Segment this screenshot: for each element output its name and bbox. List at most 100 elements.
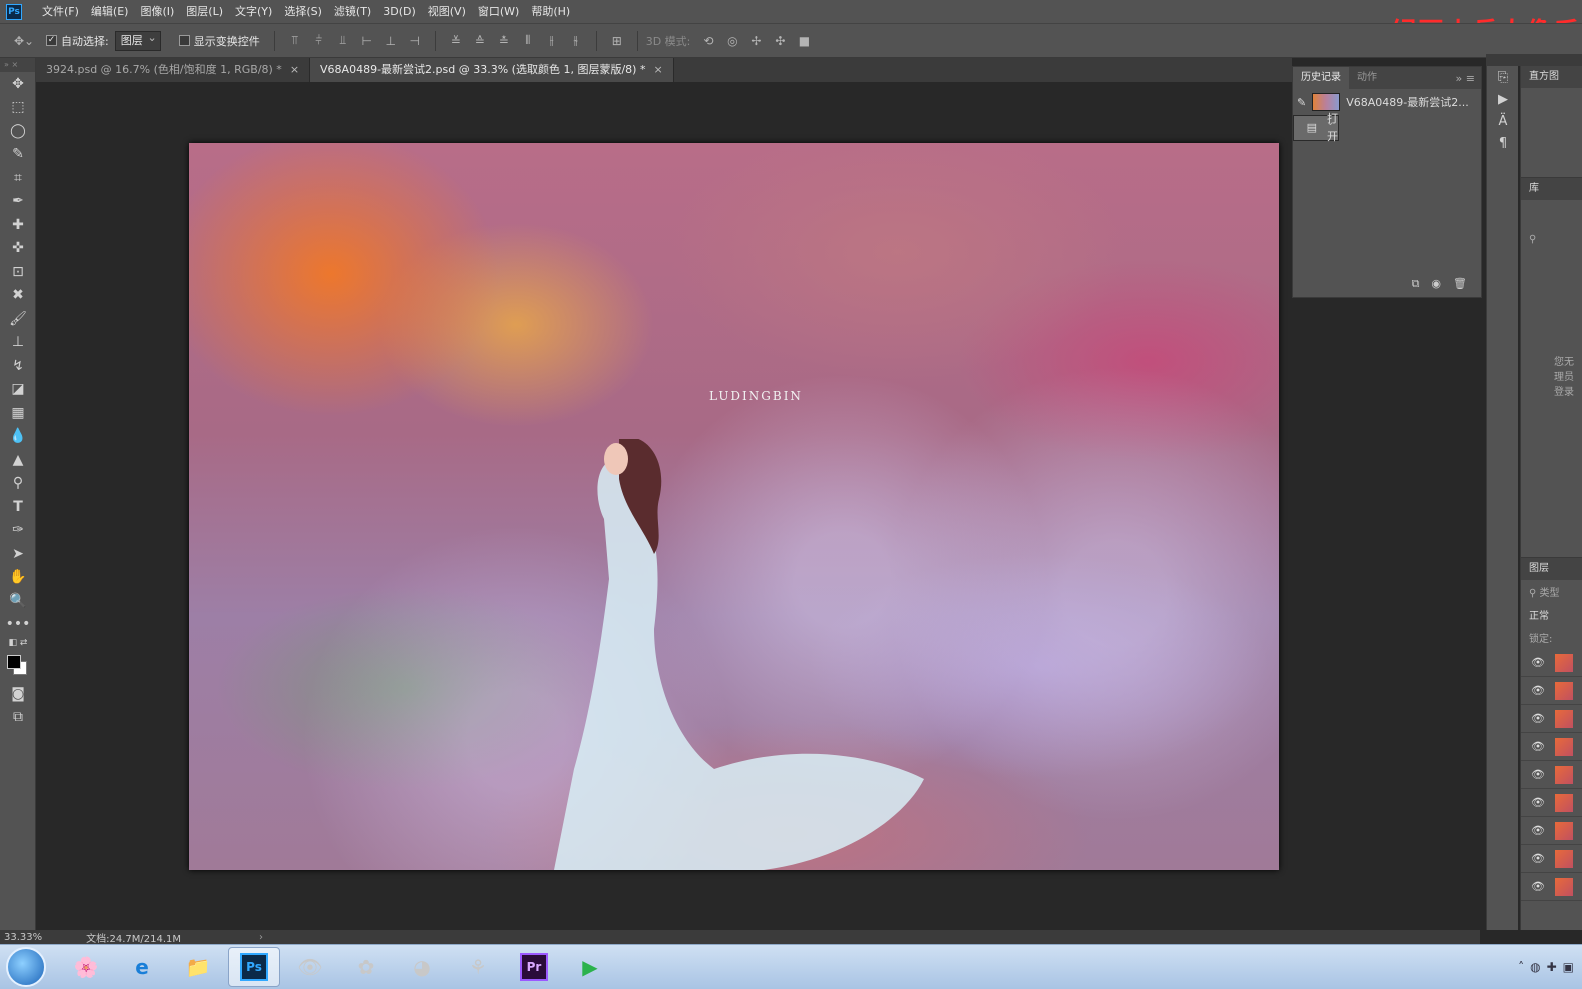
layer-row[interactable]: 👁 <box>1521 649 1582 677</box>
tray-network-icon[interactable]: ◍ <box>1530 960 1540 974</box>
layer-filter-kind[interactable]: ⚲ 类型 <box>1521 580 1582 603</box>
distribute-hcenter-icon[interactable]: ⫲ <box>543 33 561 49</box>
tray-security-icon[interactable]: ✚ <box>1547 960 1557 974</box>
weibo-app-icon[interactable]: ⚘ <box>452 947 504 987</box>
layer-row[interactable]: 👁 <box>1521 845 1582 873</box>
camera-icon[interactable]: ◉ <box>1431 277 1441 291</box>
distribute-vcenter-icon[interactable]: ≙ <box>471 33 489 49</box>
tab-actions[interactable]: 动作 <box>1349 67 1385 89</box>
type-tool-icon[interactable]: T <box>4 495 32 519</box>
distribute-left-icon[interactable]: ⫴ <box>519 33 537 49</box>
marquee-tool-icon[interactable]: ⬚ <box>4 96 32 120</box>
align-bottom-icon[interactable]: ⫫ <box>334 33 352 49</box>
move-tool-icon[interactable]: ✥ <box>4 72 32 96</box>
tray-arrow-icon[interactable]: ˄ <box>1518 960 1524 974</box>
menu-help[interactable]: 帮助(H) <box>525 0 576 23</box>
visibility-eye-icon[interactable]: 👁 <box>1531 796 1547 809</box>
panel-menu-icon[interactable]: » ≡ <box>1456 72 1481 85</box>
hand-tool-icon[interactable]: ✋ <box>4 566 32 590</box>
3d-rotate-icon[interactable]: ⟲ <box>699 33 717 49</box>
trash-icon[interactable]: 🗑 <box>1453 277 1467 291</box>
media-player-icon[interactable]: ▶ <box>564 947 616 987</box>
foreground-color-swatch[interactable] <box>7 655 21 669</box>
menu-layer[interactable]: 图层(L) <box>180 0 229 23</box>
tools-panel-grip[interactable]: » × <box>0 58 35 72</box>
visibility-eye-icon[interactable]: 👁 <box>1531 824 1547 837</box>
3d-roll-icon[interactable]: ◎ <box>723 33 741 49</box>
show-transform-checkbox[interactable] <box>178 35 190 46</box>
visibility-eye-icon[interactable]: 👁 <box>1531 740 1547 753</box>
quick-select-tool-icon[interactable]: ✎ <box>4 143 32 167</box>
color-swatches[interactable] <box>4 652 32 680</box>
paragraph-panel-icon[interactable]: ¶ <box>1487 132 1519 154</box>
document-image[interactable]: LUDINGBIN <box>189 143 1279 870</box>
pinwheel-app-icon[interactable]: ✿ <box>340 947 392 987</box>
history-brush-icon[interactable]: ✎ <box>1297 96 1306 109</box>
layer-row[interactable]: 👁 <box>1521 677 1582 705</box>
align-hcenter-icon[interactable]: ⊥ <box>382 33 400 49</box>
auto-align-icon[interactable]: ⊞ <box>608 33 626 49</box>
menu-select[interactable]: 选择(S) <box>278 0 328 23</box>
align-vcenter-icon[interactable]: ⫩ <box>310 33 328 49</box>
gradient-tool-icon[interactable]: ▦ <box>4 401 32 425</box>
lasso-tool-icon[interactable]: ◯ <box>4 119 32 143</box>
color-wheel-app-icon[interactable]: ◕ <box>396 947 448 987</box>
menu-file[interactable]: 文件(F) <box>36 0 85 23</box>
search-icon[interactable]: ⚲ <box>1521 230 1582 249</box>
visibility-eye-icon[interactable]: 👁 <box>1531 656 1547 669</box>
new-document-icon[interactable]: ⧉ <box>1412 277 1420 291</box>
menu-type[interactable]: 文字(Y) <box>229 0 278 23</box>
history-panel-icon[interactable]: ⎘ <box>1487 66 1519 88</box>
layer-row[interactable]: 👁 <box>1521 817 1582 845</box>
document-tab-active[interactable]: V68A0489-最新尝试2.psd @ 33.3% (选取颜色 1, 图层蒙版… <box>310 58 674 82</box>
visibility-eye-icon[interactable]: 👁 <box>1531 880 1547 893</box>
sharpen-tool-icon[interactable]: ▲ <box>4 448 32 472</box>
align-top-icon[interactable]: ⫪ <box>286 33 304 49</box>
close-icon[interactable]: × <box>290 58 299 82</box>
distribute-bottom-icon[interactable]: ≛ <box>495 33 513 49</box>
actions-play-icon[interactable]: ▶ <box>1487 88 1519 110</box>
menu-edit[interactable]: 编辑(E) <box>85 0 135 23</box>
auto-select-dropdown[interactable]: 图层 <box>114 29 161 51</box>
eraser-tool-icon[interactable]: ◪ <box>4 378 32 402</box>
character-panel-icon[interactable]: Ä <box>1487 110 1519 132</box>
visibility-eye-icon[interactable]: 👁 <box>1531 768 1547 781</box>
file-explorer-icon[interactable]: 📁 <box>172 947 224 987</box>
layer-row[interactable]: 👁 <box>1521 705 1582 733</box>
tab-library[interactable]: 库 <box>1521 178 1582 200</box>
healing-brush-tool-icon[interactable]: ✚ <box>4 213 32 237</box>
3d-scale-icon[interactable]: ■ <box>795 33 813 49</box>
tab-histogram[interactable]: 直方图 <box>1521 66 1582 88</box>
brush-tool-icon[interactable]: 🖌 <box>4 307 32 331</box>
internet-explorer-icon[interactable]: e <box>116 947 168 987</box>
layer-row[interactable]: 👁 <box>1521 761 1582 789</box>
zoom-tool-icon[interactable]: 🔍 <box>4 589 32 613</box>
content-aware-move-icon[interactable]: ⊡ <box>4 260 32 284</box>
tab-layers[interactable]: 图层 <box>1521 558 1582 580</box>
document-tab[interactable]: 3924.psd @ 16.7% (色相/饱和度 1, RGB/8) * × <box>36 58 311 82</box>
screen-mode-icon[interactable]: ⧉ <box>4 706 32 730</box>
taskbar-photoshop[interactable]: Ps <box>228 947 280 987</box>
auto-select-checkbox[interactable]: ✓ <box>46 35 57 46</box>
menu-filter[interactable]: 滤镜(T) <box>328 0 377 23</box>
align-right-icon[interactable]: ⊣ <box>406 33 424 49</box>
3d-slide-icon[interactable]: ✣ <box>771 33 789 49</box>
blur-tool-icon[interactable]: 💧 <box>4 425 32 449</box>
status-menu-arrow[interactable]: › <box>259 932 263 943</box>
canvas-area[interactable]: LUDINGBIN <box>36 82 1292 930</box>
menu-image[interactable]: 图像(I) <box>134 0 180 23</box>
menu-3d[interactable]: 3D(D) <box>377 0 422 23</box>
eye-app-icon[interactable]: 👁 <box>284 947 336 987</box>
3d-drag-icon[interactable]: ✢ <box>747 33 765 49</box>
visibility-eye-icon[interactable]: 👁 <box>1531 712 1547 725</box>
panel-dock-header[interactable] <box>1486 54 1582 66</box>
history-snapshot-row[interactable]: ✎ V68A0489-最新尝试2... <box>1293 89 1481 115</box>
eyedropper-tool-icon[interactable]: ✒ <box>4 190 32 214</box>
move-tool-preset-icon[interactable]: ✥⌄ <box>14 33 34 49</box>
layer-row[interactable]: 👁 <box>1521 733 1582 761</box>
history-state-row[interactable]: ▤ 打开 <box>1293 112 1339 143</box>
distribute-top-icon[interactable]: ≚ <box>447 33 465 49</box>
clone-stamp-tool-icon[interactable]: ⊥ <box>4 331 32 355</box>
more-tools-icon[interactable]: ••• <box>4 613 32 637</box>
windows-start-button[interactable] <box>6 947 46 987</box>
